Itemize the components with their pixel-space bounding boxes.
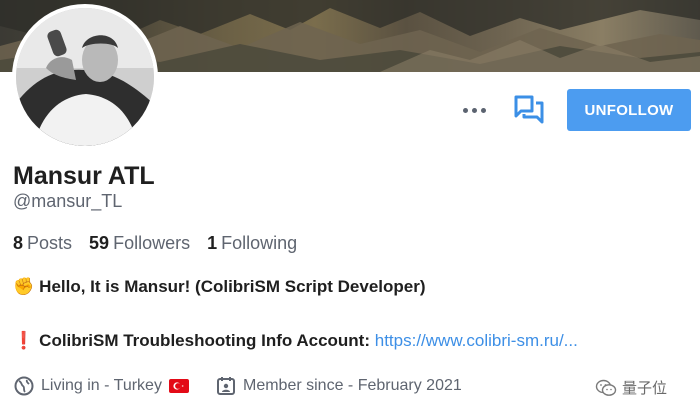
member-since-text: Member since - February 2021 [243,377,462,394]
following-label: Following [221,233,298,253]
more-horizontal-icon [462,107,468,113]
location-text: Living in - Turkey [41,377,162,394]
globe-icon [14,376,34,396]
avatar-photo [16,8,154,146]
profile-handle: @mansur_TL [13,191,123,211]
unfollow-button[interactable]: UNFOLLOW [567,89,691,131]
profile-stats: 8 Posts 59 Followers 1 Following [13,233,314,254]
avatar[interactable] [12,4,158,150]
raised-fist-icon: ✊ [13,277,35,296]
message-button[interactable] [512,94,546,126]
chat-bubbles-icon [514,95,544,124]
posts-stat[interactable]: 8 Posts [13,233,72,254]
bio-line-2-text: ColibriSM Troubleshooting Info Account: [39,331,371,350]
member-since-info: Member since - February 2021 [216,376,462,396]
bio-line-2: ❗ ColibriSM Troubleshooting Info Account:… [13,331,578,351]
posts-label: Posts [27,233,73,253]
bio-line-1-text: Hello, It is Mansur! (ColibriSM Script D… [39,277,426,296]
watermark-text: 量子位 [622,380,668,397]
following-stat[interactable]: 1 Following [207,233,297,254]
profile-name: Mansur ATL [13,162,155,190]
wechat-icon [595,379,617,397]
posts-count: 8 [13,233,24,253]
bio-line-1: ✊ Hello, It is Mansur! (ColibriSM Script … [13,277,426,297]
followers-stat[interactable]: 59 Followers [89,233,190,254]
watermark: 量子位 [595,377,667,398]
calendar-id-icon [216,376,236,396]
exclamation-icon: ❗ [13,331,35,350]
turkey-flag [168,379,189,393]
followers-count: 59 [89,233,110,253]
followers-label: Followers [113,233,191,253]
following-count: 1 [207,233,218,253]
more-options-button[interactable] [457,96,491,124]
bio-link[interactable]: https://www.colibri-sm.ru/... [375,331,578,350]
location-info: Living in - Turkey [14,376,189,396]
